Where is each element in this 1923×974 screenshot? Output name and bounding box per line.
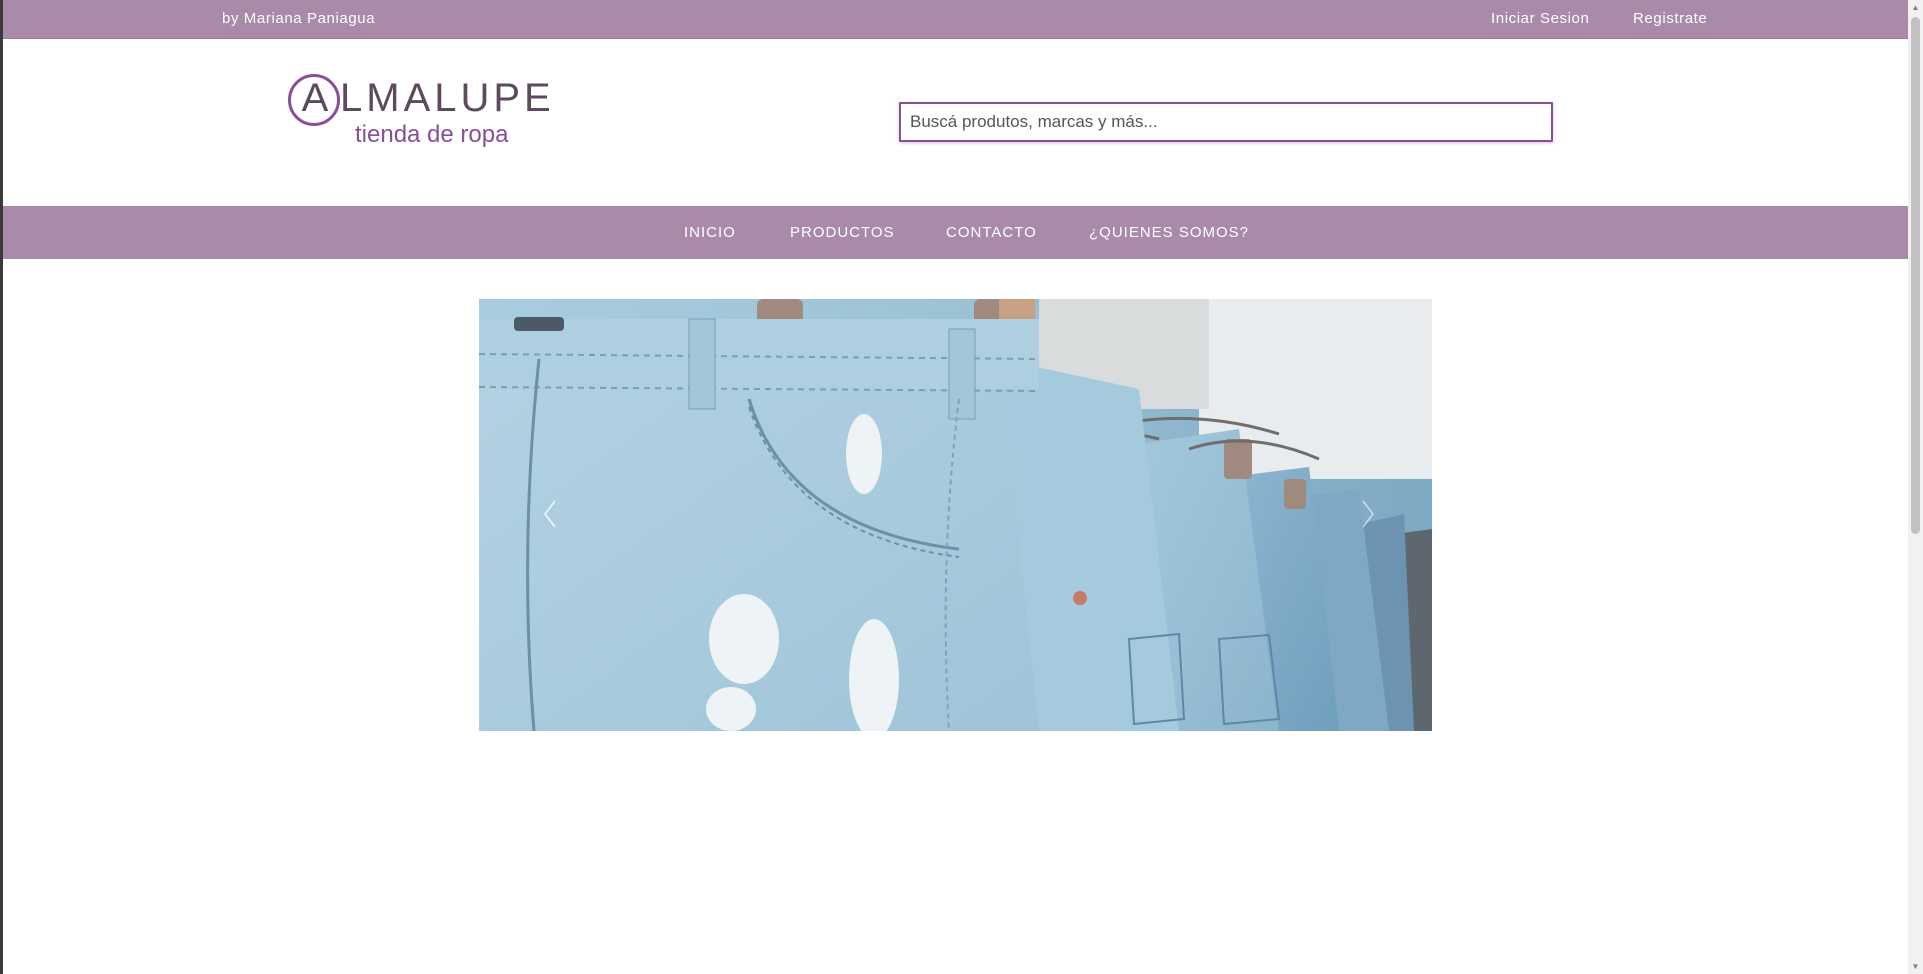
page-scrollbar[interactable]: ▲ ▼ — [1908, 0, 1923, 974]
chevron-left-icon — [544, 500, 556, 528]
page: by Mariana Paniagua Iniciar Sesion Regis… — [3, 0, 1908, 974]
carousel-prev-button[interactable] — [531, 489, 571, 539]
logo-tagline: tienda de ropa — [355, 121, 509, 148]
search-input[interactable] — [899, 102, 1553, 142]
login-link[interactable]: Iniciar Sesion — [1491, 10, 1589, 27]
carousel-next-button[interactable] — [1347, 489, 1387, 539]
register-link[interactable]: Registrate — [1633, 10, 1707, 27]
scroll-down-icon[interactable]: ▼ — [1908, 959, 1923, 974]
main-nav: INICIO PRODUCTOS CONTACTO ¿QUIENES SOMOS… — [3, 206, 1908, 259]
site-logo[interactable]: A LMALUPE tienda de ropa — [286, 72, 551, 152]
nav-item-quienes-somos[interactable]: ¿QUIENES SOMOS? — [1089, 224, 1249, 241]
nav-item-contacto[interactable]: CONTACTO — [946, 224, 1037, 241]
author-credit: by Mariana Paniagua — [222, 10, 376, 27]
logo-wordmark: LMALUPE — [340, 76, 555, 120]
nav-item-productos[interactable]: PRODUCTOS — [790, 224, 895, 241]
chevron-right-icon — [1362, 500, 1374, 528]
carousel-slide-image — [479, 299, 1432, 731]
logo-letter: A — [301, 76, 329, 120]
top-bar: by Mariana Paniagua Iniciar Sesion Regis… — [3, 0, 1908, 39]
nav-item-inicio[interactable]: INICIO — [684, 224, 736, 241]
hero-carousel[interactable] — [479, 299, 1432, 731]
scroll-up-icon[interactable]: ▲ — [1908, 0, 1923, 15]
scrollbar-thumb[interactable] — [1911, 17, 1920, 534]
